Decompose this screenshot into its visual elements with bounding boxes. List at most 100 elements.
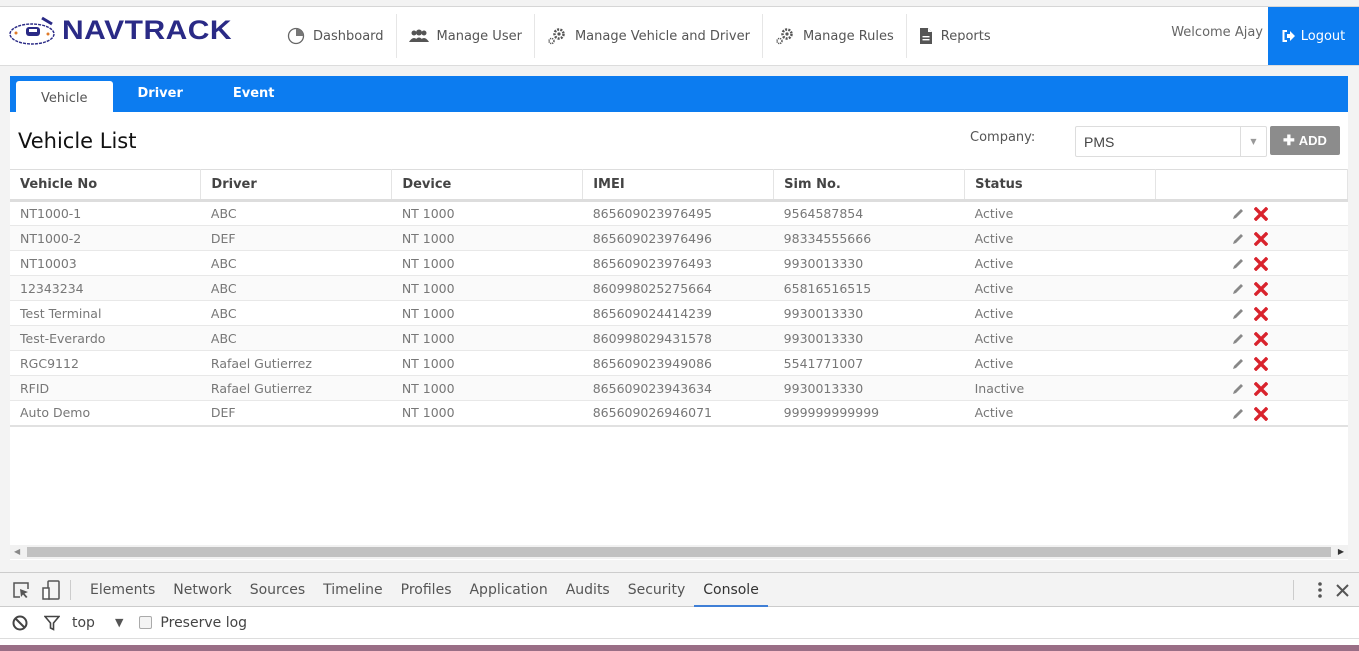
cell-sim-no: 98334555666: [773, 225, 965, 251]
tab-event[interactable]: Event: [208, 82, 300, 112]
devtools-tab-audits[interactable]: Audits: [557, 573, 619, 607]
console-toolbar: top ▼ Preserve log: [0, 607, 1359, 639]
cell-sim-no: 9930013330: [773, 250, 965, 276]
delete-icon[interactable]: [1253, 331, 1268, 346]
devtools-tab-network[interactable]: Network: [164, 573, 240, 607]
table-row: 12343234 ABC NT 1000 860998025275664 6581651…: [10, 275, 1348, 301]
nav-manage-user[interactable]: Manage User: [397, 14, 535, 58]
inspect-element-icon[interactable]: [12, 581, 30, 599]
table-row: RGC9112 Rafael Gutierrez NT 1000 8656090239…: [10, 350, 1348, 376]
delete-icon[interactable]: [1253, 406, 1268, 421]
add-vehicle-button[interactable]: ✚ ADD: [1270, 126, 1340, 155]
company-select[interactable]: PMS ▼: [1075, 126, 1267, 157]
nav-dashboard-label: Dashboard: [313, 28, 384, 44]
column-header-vehicle-no[interactable]: Vehicle No: [10, 169, 202, 202]
devtools-controls: [1283, 573, 1349, 607]
cell-device: NT 1000: [391, 325, 583, 351]
cell-actions: [1155, 250, 1348, 276]
column-header-status[interactable]: Status: [964, 169, 1157, 202]
edit-icon[interactable]: [1232, 258, 1244, 270]
delete-icon[interactable]: [1253, 281, 1268, 296]
cell-device: NT 1000: [391, 225, 583, 251]
edit-icon[interactable]: [1232, 208, 1244, 220]
delete-icon[interactable]: [1253, 381, 1268, 396]
devtools-tab-security[interactable]: Security: [619, 573, 695, 607]
horizontal-scrollbar[interactable]: ◀ ▶: [10, 545, 1348, 559]
delete-icon[interactable]: [1253, 306, 1268, 321]
delete-icon[interactable]: [1253, 231, 1268, 246]
cell-device: NT 1000: [391, 400, 583, 427]
edit-icon[interactable]: [1232, 233, 1244, 245]
devtools-tab-console[interactable]: Console: [694, 573, 768, 607]
cell-vehicle-no: RFID: [10, 375, 201, 401]
cell-imei: 865609023949086: [582, 350, 774, 376]
devtools-tab-application[interactable]: Application: [460, 573, 556, 607]
more-options-icon[interactable]: [1318, 582, 1322, 598]
cell-imei: 865609023976493: [582, 250, 774, 276]
tab-vehicle[interactable]: Vehicle: [16, 81, 113, 112]
table-row: NT1000-1 ABC NT 1000 865609023976495 9564587…: [10, 200, 1348, 226]
cell-vehicle-no: Test-Everardo: [10, 325, 201, 351]
nav-manage-vehicle-driver[interactable]: Manage Vehicle and Driver: [535, 14, 763, 58]
table-row: Auto Demo DEF NT 1000 865609026946071 999999…: [10, 400, 1348, 427]
column-header-driver[interactable]: Driver: [200, 169, 393, 202]
table-row: Test-Everardo ABC NT 1000 860998029431578 99…: [10, 325, 1348, 351]
cell-imei: 860998025275664: [582, 275, 774, 301]
scrollbar-thumb[interactable]: [27, 547, 1331, 557]
cell-imei: 865609023943634: [582, 375, 774, 401]
table-row: NT10003 ABC NT 1000 865609023976493 99300133…: [10, 250, 1348, 276]
pie-chart-icon: [287, 27, 305, 45]
cell-status: Active: [964, 350, 1156, 376]
nav-dashboard[interactable]: Dashboard: [275, 14, 397, 58]
preserve-log-checkbox[interactable]: [139, 616, 153, 629]
cell-sim-no: 9564587854: [773, 200, 965, 226]
edit-icon[interactable]: [1232, 408, 1244, 420]
cell-actions: [1155, 300, 1348, 326]
cell-vehicle-no: Auto Demo: [10, 400, 201, 427]
column-header-imei[interactable]: IMEI: [582, 169, 775, 202]
context-selector[interactable]: top: [72, 615, 95, 631]
column-header-device[interactable]: Device: [391, 169, 584, 202]
tab-driver[interactable]: Driver: [113, 82, 208, 112]
cell-vehicle-no: NT1000-2: [10, 225, 201, 251]
delete-icon[interactable]: [1253, 356, 1268, 371]
cell-actions: [1155, 225, 1348, 251]
clear-console-icon[interactable]: [12, 615, 28, 631]
delete-icon[interactable]: [1253, 207, 1268, 222]
devtools-tab-elements[interactable]: Elements: [81, 573, 164, 607]
cell-imei: 860998029431578: [582, 325, 774, 351]
vehicle-table: Vehicle No Driver Device IMEI Sim No. St…: [10, 169, 1348, 427]
cell-actions: [1155, 400, 1348, 427]
vehicle-panel: Vehicle Driver Event Vehicle List Compan…: [10, 76, 1348, 560]
devtools-tab-timeline[interactable]: Timeline: [314, 573, 392, 607]
cell-driver: ABC: [200, 300, 392, 326]
nav-manage-rules[interactable]: Manage Rules: [763, 14, 907, 58]
edit-icon[interactable]: [1232, 308, 1244, 320]
navtrack-logo[interactable]: NAVTRACK: [8, 11, 232, 51]
edit-icon[interactable]: [1232, 358, 1244, 370]
delete-icon[interactable]: [1253, 256, 1268, 271]
cell-actions: [1155, 375, 1348, 401]
devtools-tab-sources[interactable]: Sources: [241, 573, 314, 607]
nav-manage-user-label: Manage User: [436, 28, 522, 44]
nav-reports[interactable]: Reports: [907, 14, 1003, 58]
scroll-right-icon[interactable]: ▶: [1338, 547, 1344, 556]
devtools-tab-profiles[interactable]: Profiles: [392, 573, 461, 607]
scroll-left-icon[interactable]: ◀: [14, 547, 20, 556]
chevron-down-icon[interactable]: ▼: [1240, 127, 1266, 156]
edit-icon[interactable]: [1232, 283, 1244, 295]
device-toolbar-icon[interactable]: [42, 579, 60, 600]
cell-status: Active: [964, 300, 1156, 326]
context-dropdown-icon[interactable]: ▼: [115, 616, 123, 629]
cell-vehicle-no: RGC9112: [10, 350, 201, 376]
cell-driver: ABC: [200, 250, 392, 276]
cell-driver: Rafael Gutierrez: [200, 375, 392, 401]
logout-button[interactable]: Logout: [1268, 7, 1359, 65]
edit-icon[interactable]: [1232, 383, 1244, 395]
edit-icon[interactable]: [1232, 333, 1244, 345]
devtools-panel: Elements Network Sources Timeline Profiles Ap…: [0, 572, 1359, 651]
filter-icon[interactable]: [44, 615, 60, 631]
column-header-sim-no[interactable]: Sim No.: [773, 169, 966, 202]
close-devtools-icon[interactable]: [1336, 583, 1349, 597]
cell-sim-no: 999999999999: [773, 400, 965, 427]
